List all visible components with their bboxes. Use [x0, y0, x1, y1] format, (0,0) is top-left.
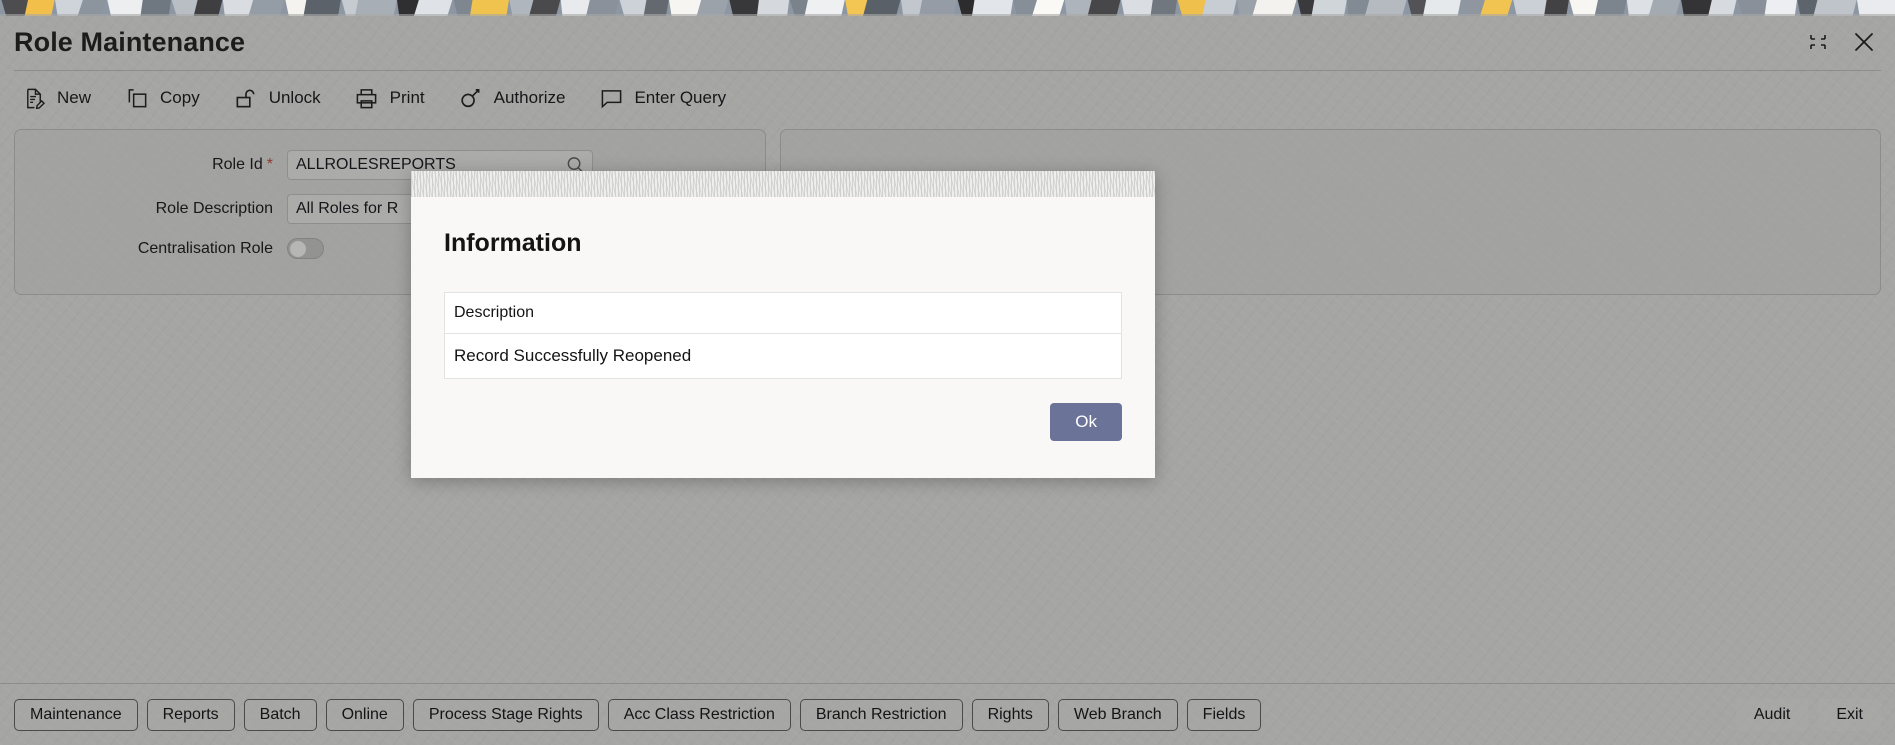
toolbar-new-label: New — [57, 88, 92, 107]
role-description-label: Role Description — [155, 200, 273, 217]
bottom-button-batch[interactable]: Batch — [243, 698, 317, 731]
toolbar-enter-query-label: Enter Query — [634, 88, 727, 107]
toolbar-unlock-button[interactable]: Unlock — [234, 78, 321, 118]
printer-icon — [355, 86, 379, 110]
bottom-left-buttons: Maintenance Reports Batch Online Process Sta… — [14, 698, 1736, 731]
toolbar-print-button[interactable]: Print — [355, 78, 425, 118]
message-cell: Record Successfully Reopened — [444, 333, 1122, 379]
role-description-value: All Roles for R — [296, 200, 399, 217]
toolbar-authorize-button[interactable]: Authorize — [459, 78, 566, 118]
bottom-button-reports[interactable]: Reports — [146, 698, 235, 731]
toolbar-new-button[interactable]: New — [22, 78, 91, 118]
bottom-button-exit[interactable]: Exit — [1818, 698, 1881, 731]
window-titlebar: Role Maintenance — [0, 14, 1895, 70]
column-header-description: Description — [444, 292, 1122, 334]
bottom-button-branch-restriction[interactable]: Branch Restriction — [799, 698, 963, 731]
bottom-button-web-branch[interactable]: Web Branch — [1057, 698, 1178, 731]
dialog-title: Information — [444, 229, 582, 257]
bottom-button-bar: Maintenance Reports Batch Online Process Sta… — [0, 683, 1895, 745]
toolbar-copy-button[interactable]: Copy — [125, 78, 200, 118]
role-id-label-text: Role Id — [212, 156, 263, 173]
action-toolbar: New Copy Unlock Print Authorize Enter Qu… — [0, 71, 1895, 125]
bottom-button-audit[interactable]: Audit — [1735, 698, 1809, 731]
dialog-message-table: Description Record Successfully Reopened — [444, 292, 1122, 379]
table-header-row: Description — [444, 292, 1122, 334]
toolbar-authorize-label: Authorize — [493, 88, 566, 107]
bottom-button-fields[interactable]: Fields — [1186, 698, 1262, 731]
bottom-button-online[interactable]: Online — [325, 698, 404, 731]
information-dialog: Information Description Record Successfu… — [411, 171, 1155, 478]
bottom-button-rights[interactable]: Rights — [971, 698, 1049, 731]
window-controls — [1805, 29, 1877, 55]
toolbar-unlock-label: Unlock — [268, 88, 321, 107]
bottom-button-maintenance[interactable]: Maintenance — [14, 698, 138, 731]
role-id-required-marker: * — [266, 156, 273, 173]
unlock-padlock-icon — [234, 86, 258, 110]
dialog-footer: Ok — [1050, 403, 1122, 441]
toggle-knob — [290, 240, 306, 257]
close-icon[interactable] — [1851, 29, 1877, 55]
bottom-right-buttons: Audit Exit — [1735, 698, 1881, 731]
copy-icon — [125, 86, 149, 110]
bottom-button-process-stage-rights[interactable]: Process Stage Rights — [412, 698, 599, 731]
application-root: Role Maintenance New Copy Unlock Print A… — [0, 0, 1895, 745]
speech-bubble-icon — [599, 86, 623, 110]
centralisation-role-toggle[interactable] — [287, 238, 324, 259]
role-id-label: Role Id * — [15, 156, 287, 174]
toolbar-enter-query-button[interactable]: Enter Query — [599, 78, 726, 118]
bottom-button-acc-class-restriction[interactable]: Acc Class Restriction — [607, 698, 791, 731]
page-title: Role Maintenance — [14, 26, 246, 57]
table-row: Record Successfully Reopened — [444, 333, 1122, 379]
restore-icon[interactable] — [1805, 29, 1831, 55]
new-document-icon — [22, 86, 46, 110]
ok-button[interactable]: Ok — [1050, 403, 1122, 441]
centralisation-role-label: Centralisation Role — [137, 239, 273, 257]
toolbar-print-label: Print — [389, 88, 425, 107]
authorize-stamp-icon — [459, 86, 483, 110]
dialog-body: Information Description Record Successfu… — [411, 171, 1155, 379]
toolbar-copy-label: Copy — [160, 88, 200, 107]
